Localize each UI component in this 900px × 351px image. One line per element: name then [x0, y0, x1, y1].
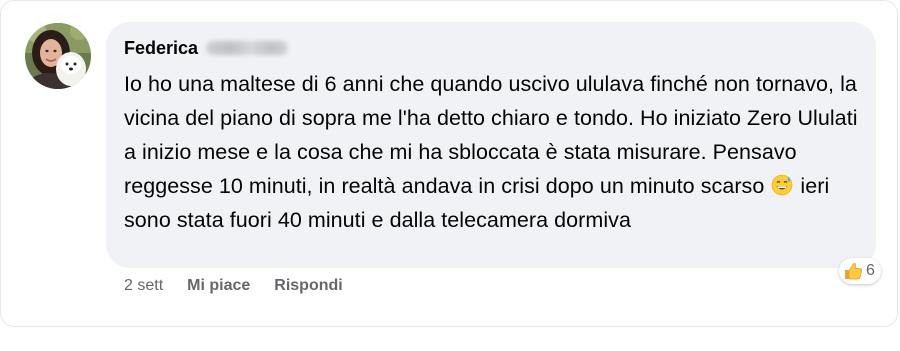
reply-button[interactable]: Rispondi: [274, 277, 342, 295]
reaction-count: 6: [866, 262, 875, 279]
comment-text: Io ho una maltese di 6 anni che quando u…: [124, 67, 860, 237]
comment-text-part-1: Io ho una maltese di 6 anni che quando u…: [124, 72, 858, 198]
comment-bubble: Federica Io ho una maltese di 6 anni che…: [106, 22, 876, 268]
reactions-badge[interactable]: 6: [839, 258, 881, 284]
avatar-photo: [25, 23, 91, 89]
comment-timestamp[interactable]: 2 sett: [124, 277, 163, 295]
comment-card: Federica Io ho una maltese di 6 anni che…: [0, 0, 898, 327]
grinning-face-with-sweat-emoji: [772, 174, 793, 196]
author-name[interactable]: Federica: [124, 38, 198, 59]
like-button[interactable]: Mi piace: [187, 277, 250, 295]
comment-actions: 2 sett Mi piace Rispondi: [124, 275, 367, 297]
comment-header: Federica: [124, 37, 860, 59]
thumbs-up-emoji: [845, 263, 862, 280]
avatar[interactable]: [25, 23, 91, 89]
blurred-surname: [206, 41, 289, 55]
